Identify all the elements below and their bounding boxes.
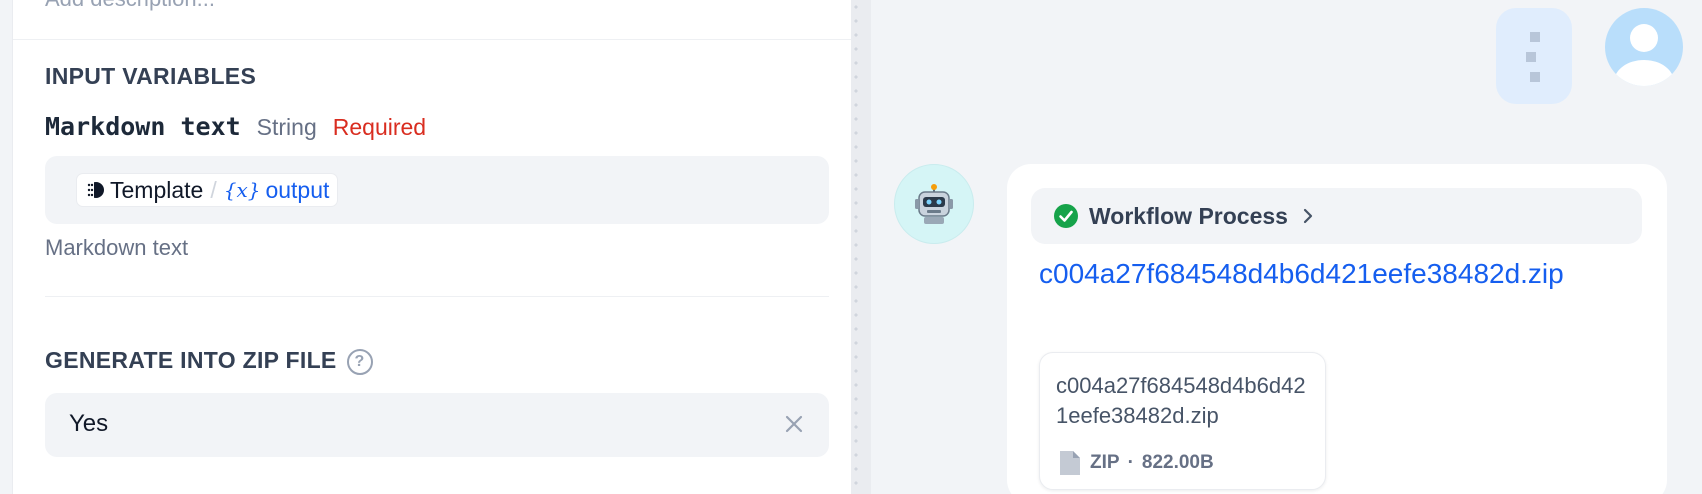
more-icon-bar (1526, 52, 1536, 62)
workflow-process-toggle[interactable]: Workflow Process (1031, 188, 1642, 244)
variable-type: String (256, 114, 317, 140)
generate-zip-select[interactable]: Yes (45, 393, 829, 457)
file-link[interactable]: c004a27f684548d4b6d421eefe38482d.zip (1039, 250, 1639, 298)
variable-header: Markdown text String Required (45, 112, 426, 141)
chevron-right-icon (1303, 208, 1313, 224)
variable-icon: {x} (223, 178, 261, 202)
bot-avatar (894, 164, 974, 244)
user-avatar[interactable] (1605, 8, 1683, 86)
file-meta: ZIP · 822.00B (1058, 449, 1214, 477)
file-size: 822.00B (1141, 452, 1214, 473)
divider (45, 296, 829, 297)
chip-node-name: Template (110, 176, 204, 203)
variable-reference-chip[interactable]: Template / {x} output (76, 173, 339, 207)
file-name: c004a27f684548d4b6d421eefe38482d.zip (1056, 373, 1306, 428)
generate-zip-title: GENERATE INTO ZIP FILE? (45, 347, 373, 375)
generate-zip-label: GENERATE INTO ZIP FILE (45, 347, 337, 373)
template-node-icon (86, 182, 104, 198)
divider (13, 39, 851, 40)
user-icon (1614, 24, 1674, 86)
more-icon-bar (1530, 32, 1540, 42)
more-icon-bar (1530, 72, 1540, 82)
file-type: ZIP (1090, 452, 1120, 473)
file-icon (1060, 451, 1080, 475)
variable-value-input[interactable]: Template / {x} output (45, 156, 829, 224)
help-circle-icon[interactable]: ? (346, 348, 373, 375)
bot-message: Workflow Process c004a27f684548d4b6d421e… (1007, 164, 1667, 494)
file-meta-separator: · (1127, 452, 1134, 473)
close-icon[interactable] (779, 409, 809, 439)
workflow-process-label: Workflow Process (1089, 202, 1288, 229)
description-field[interactable]: Add description... (45, 0, 215, 12)
variable-required-badge: Required (332, 114, 427, 140)
variable-name: Markdown text (45, 112, 241, 141)
more-options-button[interactable] (1496, 8, 1572, 104)
variable-description: Markdown text (45, 235, 189, 260)
chat-preview-panel: Workflow Process c004a27f684548d4b6d421e… (871, 0, 1702, 494)
chip-separator: / (210, 176, 217, 203)
chip-variable-name: output (265, 176, 330, 203)
generate-zip-value: Yes (69, 410, 109, 437)
input-variables-title: INPUT VARIABLES (45, 63, 257, 89)
check-circle-icon (1054, 204, 1078, 228)
file-attachment-card[interactable]: c004a27f684548d4b6d421eefe38482d.zip ZIP… (1039, 352, 1326, 490)
robot-icon (915, 184, 953, 224)
resize-handle-dots (854, 0, 858, 494)
node-config-panel: Add description... INPUT VARIABLES Markd… (13, 0, 851, 494)
